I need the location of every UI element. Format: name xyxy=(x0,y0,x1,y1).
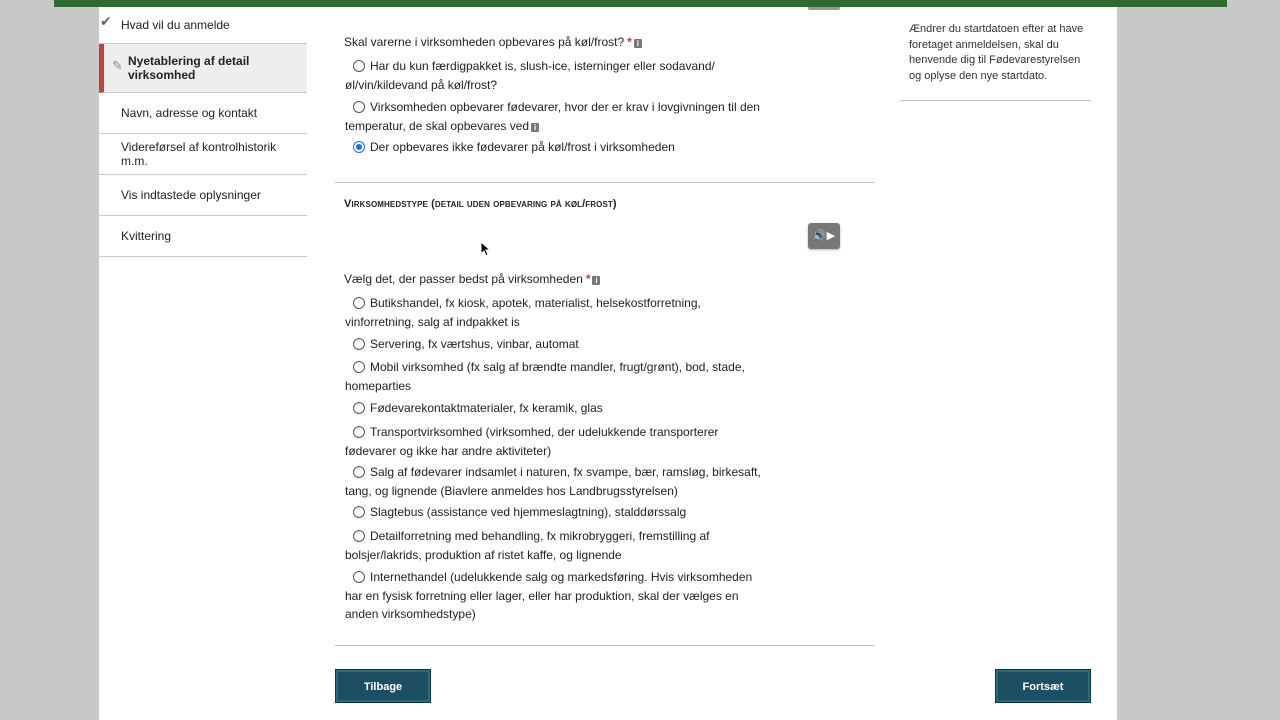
pencil-icon: ✎ xyxy=(112,58,123,73)
audio-play-button[interactable]: 🔊▶ xyxy=(808,223,840,249)
option-label: Virksomheden opbevarer fødevarer, hvor d… xyxy=(345,100,760,133)
option-label: Fødevarekontaktmaterialer, fx keramik, g… xyxy=(370,401,603,415)
nav-step-kvittering[interactable]: Kvittering xyxy=(99,216,307,257)
start-date-note: Ændrer du startdatoen efter at have fore… xyxy=(909,23,1084,82)
section-title: Virksomhedstype (detail uden opbevaring … xyxy=(344,198,617,210)
nav-step-navn-adresse[interactable]: Navn, adresse og kontakt xyxy=(99,93,307,134)
radio-button[interactable] xyxy=(353,361,365,373)
business-type-option-5[interactable]: Transportvirksomhed (virksomhed, der ude… xyxy=(345,423,765,460)
info-icon[interactable]: i xyxy=(531,122,540,132)
radio-button[interactable] xyxy=(353,506,365,518)
scroll-indicator xyxy=(808,7,840,10)
cold-storage-option-3[interactable]: Der opbevares ikke fødevarer på køl/fros… xyxy=(345,138,765,157)
option-label: Mobil virksomhed (fx salg af brændte man… xyxy=(345,360,745,393)
radio-button[interactable] xyxy=(353,426,365,438)
business-type-option-3[interactable]: Mobil virksomhed (fx salg af brændte man… xyxy=(345,358,765,395)
business-type-option-6[interactable]: Salg af fødevarer indsamlet i naturen, f… xyxy=(345,463,765,500)
option-label: Butikshandel, fx kiosk, apotek, material… xyxy=(345,296,701,329)
info-icon[interactable]: i xyxy=(592,276,601,285)
business-type-option-9[interactable]: Internethandel (udelukkende salg og mark… xyxy=(345,568,765,624)
section-divider xyxy=(335,645,875,646)
nav-step-label: Videreførsel af kontrolhistorik m.m. xyxy=(121,140,277,168)
nav-step-vis-oplysninger[interactable]: Vis indtastede oplysninger xyxy=(99,175,307,216)
business-type-option-8[interactable]: Detailforretning med behandling, fx mikr… xyxy=(345,527,765,564)
option-label: Salg af fødevarer indsamlet i naturen, f… xyxy=(345,465,761,498)
nav-step-label: Navn, adresse og kontakt xyxy=(121,106,258,120)
nav-step-label: Hvad vil du anmelde xyxy=(121,18,230,32)
business-type-option-4[interactable]: Fødevarekontaktmaterialer, fx keramik, g… xyxy=(345,399,765,418)
continue-button[interactable]: Fortsæt xyxy=(995,669,1091,703)
business-type-question: Vælg det, der passer bedst på virksomhed… xyxy=(344,272,601,286)
question-text: Skal varerne i virksomheden opbevares på… xyxy=(344,35,625,49)
radio-button-selected[interactable] xyxy=(353,141,365,153)
business-type-option-2[interactable]: Servering, fx værtshus, vinbar, automat xyxy=(345,335,765,354)
radio-button[interactable] xyxy=(353,338,365,350)
radio-button[interactable] xyxy=(353,571,365,583)
step-navigation: ✔ Hvad vil du anmelde ✎ Nyetablering af … xyxy=(99,7,307,257)
option-label: Internethandel (udelukkende salg og mark… xyxy=(345,570,753,621)
required-marker: * xyxy=(627,35,632,49)
nav-step-label: Nyetablering af detail virksomhed xyxy=(128,54,250,82)
nav-step-kontrolhistorik[interactable]: Videreførsel af kontrolhistorik m.m. xyxy=(99,134,307,175)
radio-button[interactable] xyxy=(353,60,365,72)
nav-step-nyetablering[interactable]: ✎ Nyetablering af detail virksomhed xyxy=(99,44,307,93)
audio-play-icon: 🔊▶ xyxy=(812,230,836,242)
business-type-option-1[interactable]: Butikshandel, fx kiosk, apotek, material… xyxy=(345,294,765,331)
mouse-cursor xyxy=(481,242,491,257)
checkmark-icon: ✔ xyxy=(100,13,112,29)
option-label: Slagtebus (assistance ved hjemmeslagtnin… xyxy=(370,505,687,519)
option-label: Har du kun færdigpakket is, slush-ice, i… xyxy=(345,59,715,92)
option-label: Transportvirksomhed (virksomhed, der ude… xyxy=(345,425,719,458)
question-text: Vælg det, der passer bedst på virksomhed… xyxy=(344,272,583,286)
cold-storage-option-1[interactable]: Har du kun færdigpakket is, slush-ice, i… xyxy=(345,57,765,94)
radio-button[interactable] xyxy=(353,402,365,414)
nav-step-hvad-vil-du-anmelde[interactable]: ✔ Hvad vil du anmelde xyxy=(99,7,307,44)
info-icon[interactable]: i xyxy=(633,39,642,48)
radio-button[interactable] xyxy=(353,530,365,542)
nav-step-label: Kvittering xyxy=(121,229,172,243)
top-brand-bar xyxy=(54,0,1227,7)
back-button[interactable]: Tilbage xyxy=(335,669,431,703)
cold-storage-question: Skal varerne i virksomheden opbevares på… xyxy=(344,35,642,49)
radio-button[interactable] xyxy=(353,101,365,113)
option-label: Der opbevares ikke fødevarer på køl/fros… xyxy=(370,140,675,154)
section-divider xyxy=(335,182,875,183)
option-label: Servering, fx værtshus, vinbar, automat xyxy=(370,337,579,351)
radio-button[interactable] xyxy=(353,297,365,309)
cold-storage-option-2[interactable]: Virksomheden opbevarer fødevarer, hvor d… xyxy=(345,98,765,135)
radio-button[interactable] xyxy=(353,466,365,478)
nav-step-label: Vis indtastede oplysninger xyxy=(121,188,261,202)
business-type-option-7[interactable]: Slagtebus (assistance ved hjemmeslagtnin… xyxy=(345,503,765,522)
required-marker: * xyxy=(585,272,591,286)
option-label: Detailforretning med behandling, fx mikr… xyxy=(345,529,710,562)
aside-divider xyxy=(900,100,1091,101)
